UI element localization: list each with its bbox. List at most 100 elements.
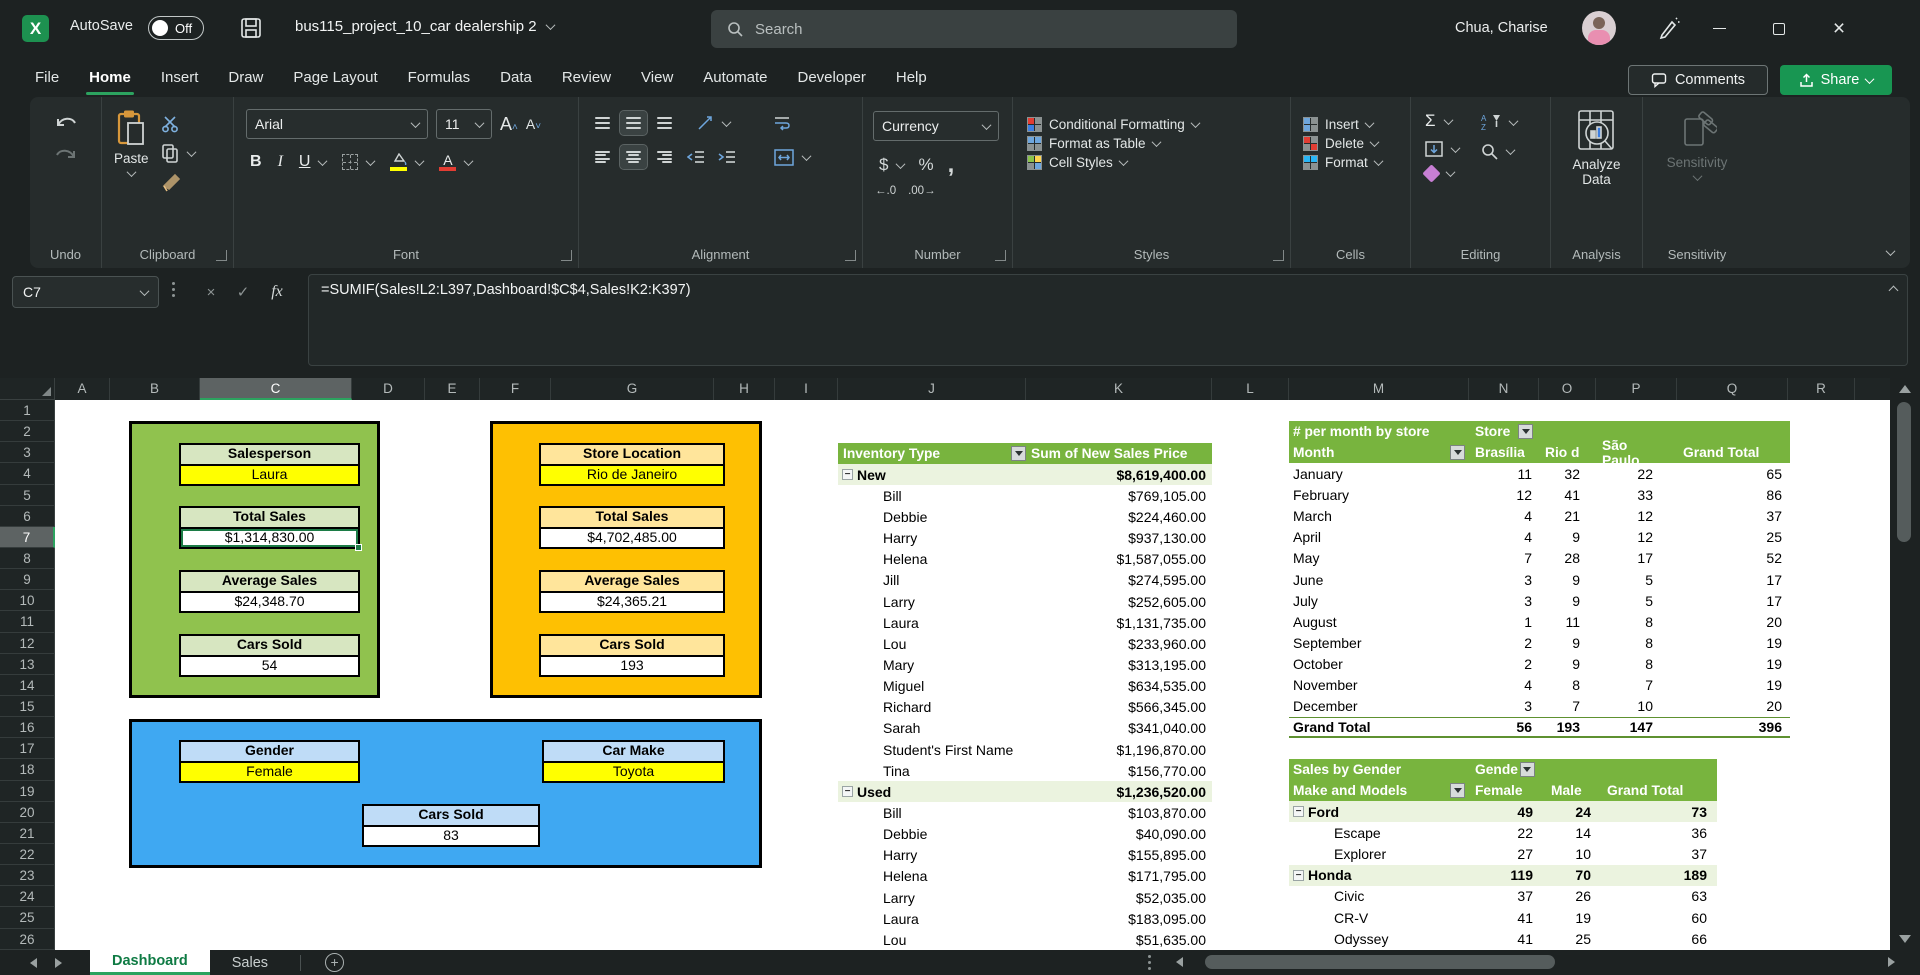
font-color-button[interactable]: A — [439, 154, 472, 171]
filter-button[interactable] — [1450, 783, 1465, 798]
row-header[interactable]: 1 — [0, 400, 55, 421]
currency-format-button[interactable]: $ — [879, 155, 904, 175]
dialog-launcher-icon[interactable] — [995, 250, 1006, 261]
insert-cells-button[interactable]: Insert — [1303, 117, 1410, 132]
clear-button[interactable] — [1425, 167, 1459, 180]
menu-tab[interactable]: Home — [74, 60, 146, 95]
analyze-data-button[interactable]: Analyze Data — [1551, 105, 1642, 187]
italic-button[interactable]: I — [278, 153, 283, 171]
row-header[interactable]: 10 — [0, 590, 55, 611]
row-header[interactable]: 2 — [0, 421, 55, 442]
card-field-label[interactable]: Total Sales — [539, 506, 725, 528]
pen-icon[interactable] — [1657, 16, 1681, 40]
orientation-button[interactable] — [692, 111, 719, 135]
prev-sheet-icon[interactable] — [30, 958, 37, 968]
restore-button[interactable] — [1750, 0, 1808, 57]
pivot-row[interactable]: January 11 32 22 65 — [1289, 463, 1790, 484]
row-header[interactable]: 13 — [0, 654, 55, 675]
filter-button[interactable] — [1518, 424, 1533, 439]
pivot-row[interactable]: −Larry $252,605.00 — [838, 591, 1212, 612]
menu-tab[interactable]: Developer — [783, 60, 881, 95]
pivot-row[interactable]: −Sarah $341,040.00 — [838, 718, 1212, 739]
menu-tab[interactable]: Formulas — [393, 60, 486, 95]
filter-button[interactable] — [1450, 445, 1465, 460]
formula-input[interactable]: =SUMIF(Sales!L2:L397,Dashboard!$C$4,Sale… — [308, 274, 1908, 366]
conditional-formatting-button[interactable]: Conditional Formatting — [1027, 117, 1290, 132]
pivot-row[interactable]: −Debbie $40,090.00 — [838, 824, 1212, 845]
column-header[interactable]: O — [1539, 378, 1596, 400]
delete-cells-button[interactable]: Delete — [1303, 136, 1410, 151]
align-top-button[interactable] — [589, 111, 616, 135]
fill-button[interactable] — [1425, 141, 1459, 157]
card-field-label[interactable]: Cars Sold — [179, 634, 360, 656]
row-header[interactable]: 23 — [0, 865, 55, 886]
vertical-scroll-thumb[interactable] — [1897, 402, 1911, 542]
menu-tab[interactable]: Insert — [146, 60, 214, 95]
comments-button[interactable]: Comments — [1628, 65, 1768, 95]
pivot-row[interactable]: −Escape 22 14 36 — [1289, 822, 1717, 843]
avatar[interactable] — [1582, 11, 1616, 45]
row-header[interactable]: 11 — [0, 611, 55, 632]
pivot-row[interactable]: −Larry $52,035.00 — [838, 887, 1212, 908]
pivot-row[interactable]: February 12 41 33 86 — [1289, 484, 1790, 505]
menu-tab[interactable]: Help — [881, 60, 942, 95]
column-header[interactable]: Male — [1545, 783, 1601, 798]
pivot-row[interactable]: −Harry $937,130.00 — [838, 528, 1212, 549]
scroll-right-icon[interactable] — [1888, 957, 1895, 967]
pivot-row[interactable]: −CR-V 41 19 60 — [1289, 907, 1717, 928]
cell-styles-button[interactable]: Cell Styles — [1027, 155, 1290, 170]
scroll-up-icon[interactable] — [1899, 385, 1911, 393]
sheet-grid[interactable]: ABCDEFGHIJKLMNOPQR 123456789101112131415… — [0, 378, 1890, 950]
insert-function-button[interactable]: fx — [262, 276, 292, 308]
scroll-left-icon[interactable] — [1176, 957, 1183, 967]
collapse-icon[interactable]: − — [842, 786, 853, 797]
column-header[interactable]: K — [1026, 378, 1212, 400]
pivot-row[interactable]: −Honda 119 70 189 — [1289, 865, 1717, 886]
excel-logo-icon[interactable]: X — [22, 15, 49, 42]
column-header[interactable]: B — [110, 378, 200, 400]
pivot-row[interactable]: October 2 9 8 19 — [1289, 654, 1790, 675]
row-header[interactable]: 26 — [0, 929, 55, 950]
autosave-toggle[interactable]: Off — [148, 16, 204, 40]
merge-center-button[interactable] — [774, 149, 810, 166]
select-all-corner[interactable] — [0, 378, 55, 400]
sum-sales-header[interactable]: Sum of New Sales Price — [1026, 446, 1212, 461]
column-header[interactable]: D — [352, 378, 425, 400]
workbook-title[interactable]: bus115_project_10_car dealership 2 — [295, 18, 554, 35]
card-field-value[interactable]: $4,702,485.00 — [539, 528, 725, 550]
underline-button[interactable]: U — [299, 153, 327, 171]
increase-font-button[interactable]: A˄ — [500, 114, 518, 135]
sheet-tab-dashboard[interactable]: Dashboard — [90, 950, 210, 975]
font-name-combobox[interactable]: Arial — [246, 109, 428, 139]
align-middle-button[interactable] — [620, 111, 647, 135]
card-field-label[interactable]: Car Make — [542, 740, 725, 762]
search-box[interactable]: Search — [711, 10, 1237, 48]
column-header[interactable]: Grand Total — [1677, 445, 1790, 460]
fill-color-button[interactable] — [390, 153, 423, 171]
column-header[interactable]: F — [480, 378, 551, 400]
collapse-icon[interactable]: − — [1293, 870, 1304, 881]
row-header[interactable]: 3 — [0, 442, 55, 463]
row-header[interactable]: 5 — [0, 485, 55, 506]
align-bottom-button[interactable] — [651, 111, 678, 135]
row-header[interactable]: 8 — [0, 548, 55, 569]
column-header[interactable]: N — [1469, 378, 1539, 400]
pivot-row[interactable]: September 2 9 8 19 — [1289, 632, 1790, 653]
pivot-row[interactable]: −Laura $183,095.00 — [838, 908, 1212, 929]
column-header[interactable]: Brasília — [1469, 445, 1539, 460]
card-field-label[interactable]: Store Location — [539, 443, 725, 465]
row-header[interactable]: 21 — [0, 823, 55, 844]
card-field-value[interactable]: Rio de Janeiro — [539, 465, 725, 487]
row-header[interactable]: 9 — [0, 569, 55, 590]
pivot-row[interactable]: −Bill $769,105.00 — [838, 485, 1212, 506]
pivot-row[interactable]: November 4 8 7 19 — [1289, 675, 1790, 696]
align-left-button[interactable] — [589, 145, 616, 169]
collapse-icon[interactable]: − — [1293, 806, 1304, 817]
column-header[interactable]: R — [1788, 378, 1855, 400]
vertical-scrollbar[interactable] — [1890, 378, 1920, 950]
copy-icon[interactable] — [161, 143, 179, 163]
card-field-value[interactable]: 193 — [539, 656, 725, 678]
column-header[interactable]: Grand Total — [1601, 783, 1717, 798]
row-header[interactable]: 4 — [0, 463, 55, 484]
menu-tab[interactable]: Automate — [688, 60, 782, 95]
